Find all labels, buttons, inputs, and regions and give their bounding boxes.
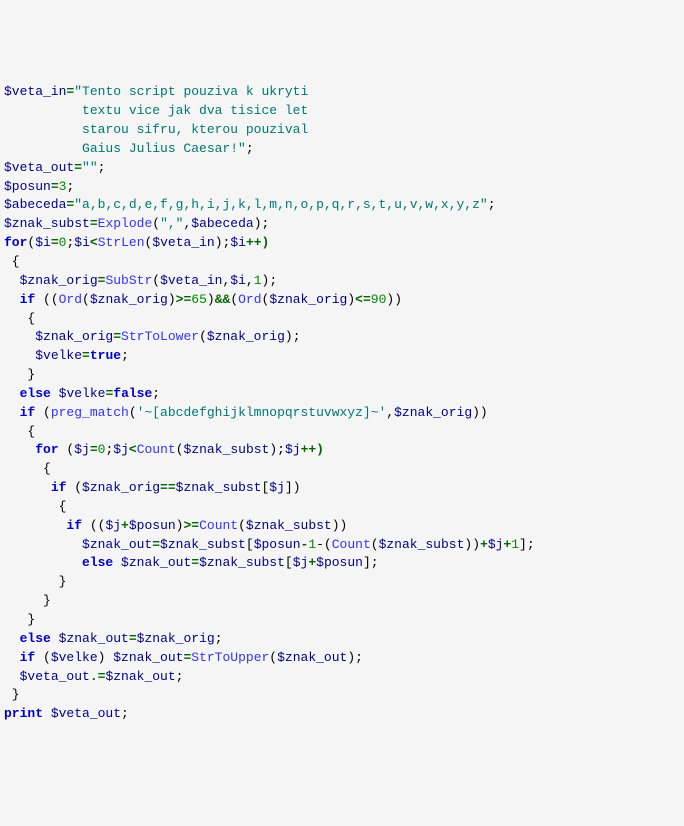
code-line: starou sifru, kterou pouzival [4,121,680,140]
code-line: $znak_orig=StrToLower($znak_orig); [4,328,680,347]
code-line: $znak_orig=SubStr($veta_in,$i,1); [4,272,680,291]
code-line: $posun=3; [4,178,680,197]
code-line: else $velke=false; [4,385,680,404]
code-line: if (($j+$posun)>=Count($znak_subst)) [4,517,680,536]
code-line: if ($velke) $znak_out=StrToUpper($znak_o… [4,649,680,668]
code-line: { [4,498,680,517]
code-line: if ($znak_orig==$znak_subst[$j]) [4,479,680,498]
code-line: textu vice jak dva tisice let [4,102,680,121]
code-line: $znak_subst=Explode(",",$abeceda); [4,215,680,234]
code-line: $veta_out=""; [4,159,680,178]
code-line: $abeceda="a,b,c,d,e,f,g,h,i,j,k,l,m,n,o,… [4,196,680,215]
code-line: { [4,460,680,479]
code-line: $znak_out=$znak_subst[$posun-1-(Count($z… [4,536,680,555]
code-line: { [4,310,680,329]
code-line: } [4,592,680,611]
code-line: print $veta_out; [4,705,680,724]
code-line: Gaius Julius Caesar!"; [4,140,680,159]
code-line: if ((Ord($znak_orig)>=65)&&(Ord($znak_or… [4,291,680,310]
code-line: { [4,423,680,442]
code-line: else $znak_out=$znak_subst[$j+$posun]; [4,554,680,573]
code-line: } [4,573,680,592]
code-line: $veta_out.=$znak_out; [4,668,680,687]
code-line: } [4,611,680,630]
code-line: for($i=0;$i<StrLen($veta_in);$i++) [4,234,680,253]
code-line: $veta_in="Tento script pouziva k ukryti [4,83,680,102]
code-line: { [4,253,680,272]
code-line: $velke=true; [4,347,680,366]
code-line: if (preg_match('~[abcdefghijklmnopqrstuv… [4,404,680,423]
code-line: } [4,686,680,705]
code-line: else $znak_out=$znak_orig; [4,630,680,649]
code-line: for ($j=0;$j<Count($znak_subst);$j++) [4,441,680,460]
code-block: $veta_in="Tento script pouziva k ukryti … [4,83,680,724]
code-line: } [4,366,680,385]
